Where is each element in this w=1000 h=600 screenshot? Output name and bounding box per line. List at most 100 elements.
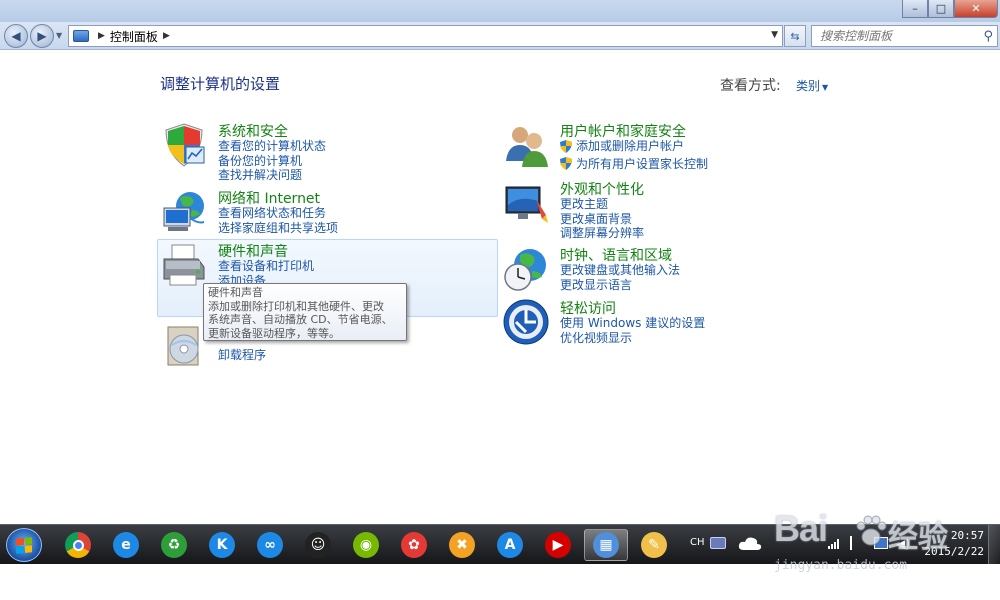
tools-icon: ✖ (449, 532, 475, 558)
taskbar-app-button[interactable] (56, 529, 100, 561)
category-appearance[interactable]: 外观和个性化 更改主题 更改桌面背景 调整屏幕分辨率 (502, 179, 802, 241)
link-uninstall-program[interactable]: 卸载程序 (218, 348, 266, 363)
category-title[interactable]: 系统和安全 (218, 121, 288, 141)
watermark-url: jingyan.baidu.com (774, 558, 908, 573)
chevron-right-icon[interactable]: ▶ (163, 31, 170, 41)
taskbar-app-button[interactable]: ✿ (392, 529, 436, 561)
clock-globe-icon (504, 249, 546, 291)
category-title[interactable]: 网络和 Internet (218, 188, 320, 208)
taskbar-app-button[interactable]: ✎ (632, 529, 676, 561)
baidu-watermark: Bai 经验 jingyan.baidu.com (774, 508, 994, 578)
nvidia-icon: ◉ (353, 532, 379, 558)
category-title[interactable]: 硬件和声音 (218, 241, 288, 261)
category-links: 查看您的计算机状态 备份您的计算机 查找并解决问题 (218, 139, 326, 183)
taskbar-app-button[interactable]: K (200, 529, 244, 561)
category-clock-language[interactable]: 时钟、语言和区域 更改键盘或其他输入法 更改显示语言 (502, 245, 802, 295)
ease-of-access-icon (503, 299, 549, 345)
link-parental-controls[interactable]: 为所有用户设置家长控制 (560, 157, 708, 172)
window-controls: – □ ✕ (902, 0, 998, 18)
taskbar-app-button[interactable]: ☺ (296, 529, 340, 561)
taskbar-app-button[interactable]: ▦ (584, 529, 628, 561)
link-add-remove-users[interactable]: 添加或删除用户帐户 (560, 139, 708, 154)
link-text[interactable]: 添加或删除用户帐户 (576, 139, 684, 153)
recent-pages-dropdown[interactable]: ▼ (56, 31, 62, 40)
category-title[interactable]: 用户帐户和家庭安全 (560, 121, 686, 141)
link-text[interactable]: 为所有用户设置家长控制 (576, 157, 708, 171)
link-troubleshoot[interactable]: 查找并解决问题 (218, 168, 326, 183)
search-box[interactable]: ⚲ (811, 25, 998, 47)
paw-icon (856, 515, 887, 546)
recycle-icon: ♻ (161, 532, 187, 558)
link-change-display-language[interactable]: 更改显示语言 (560, 278, 680, 293)
link-recommended-settings[interactable]: 使用 Windows 建议的设置 (560, 316, 705, 331)
tooltip-line: 系统声音、自动播放 CD、节省电源、 (208, 313, 393, 326)
link-devices-printers[interactable]: 查看设备和打印机 (218, 259, 314, 274)
category-network-internet[interactable]: 网络和 Internet 查看网络状态和任务 选择家庭组和共享选项 (160, 188, 460, 238)
category-links: 更改键盘或其他输入法 更改显示语言 (560, 263, 680, 292)
forward-button[interactable]: ▶ (30, 24, 54, 48)
category-title[interactable]: 轻松访问 (560, 298, 616, 318)
player-icon: ▶ (545, 532, 571, 558)
taskbar-app-button[interactable]: A (488, 529, 532, 561)
chrome-icon (65, 532, 91, 558)
category-ease-of-access[interactable]: 轻松访问 使用 Windows 建议的设置 优化视频显示 (502, 298, 802, 348)
link-backup-computer[interactable]: 备份您的计算机 (218, 154, 326, 169)
link-change-background[interactable]: 更改桌面背景 (560, 212, 644, 227)
view-by-dropdown[interactable]: 类别 ▼ (796, 77, 828, 94)
back-button[interactable]: ◀ (4, 24, 28, 48)
link-change-theme[interactable]: 更改主题 (560, 197, 644, 212)
category-title[interactable]: 时钟、语言和区域 (560, 245, 672, 265)
colorful-app-icon: ✿ (401, 532, 427, 558)
tooltip-title: 硬件和声音 (208, 286, 263, 299)
address-bar[interactable]: ▶ 控制面板 ▶ ▼ (68, 25, 783, 47)
refresh-icon: ⇆ (790, 29, 800, 43)
taskbar-app-button[interactable]: ∞ (248, 529, 292, 561)
cloud-icon[interactable] (738, 535, 762, 551)
tooltip-line: 添加或删除打印机和其他硬件、更改 (208, 299, 384, 313)
category-links: 添加或删除用户帐户 为所有用户设置家长控制 (560, 139, 708, 171)
start-button[interactable] (6, 528, 42, 562)
input-language-indicator[interactable]: CH (690, 537, 705, 548)
uac-shield-icon (560, 139, 572, 153)
category-system-security[interactable]: 系统和安全 查看您的计算机状态 备份您的计算机 查找并解决问题 (160, 121, 460, 183)
link-change-keyboard[interactable]: 更改键盘或其他输入法 (560, 263, 680, 278)
view-by-label: 查看方式: (720, 78, 781, 94)
link-network-status[interactable]: 查看网络状态和任务 (218, 206, 338, 221)
network-globe-icon (163, 192, 205, 231)
taskbar-app-button[interactable]: ✖ (440, 529, 484, 561)
breadcrumb-control-panel[interactable]: 控制面板 (110, 28, 158, 45)
link-optimize-video[interactable]: 优化视频显示 (560, 331, 705, 346)
chevron-right-icon[interactable]: ▶ (98, 31, 105, 41)
address-dropdown-icon[interactable]: ▼ (771, 30, 778, 40)
link-screen-resolution[interactable]: 调整屏幕分辨率 (560, 226, 644, 241)
tooltip-line: 更新设备驱动程序，等等。 (208, 326, 340, 340)
taskbar-app-button[interactable]: ♻ (152, 529, 196, 561)
search-input[interactable] (820, 29, 980, 43)
title-bar: – □ ✕ (0, 0, 1000, 22)
control-panel-icon (73, 30, 89, 42)
keyboard-icon[interactable] (710, 537, 726, 549)
control-panel-content: 调整计算机的设置 查看方式: 类别 ▼ 系统和安全 查看您的计算机状态 备份您的计… (0, 51, 1000, 524)
category-links: 查看网络状态和任务 选择家庭组和共享选项 (218, 206, 338, 235)
maximize-button[interactable]: □ (928, 0, 954, 18)
close-button[interactable]: ✕ (954, 0, 998, 18)
taskbar-app-button[interactable]: ▶ (536, 529, 580, 561)
qq-icon: ☺ (305, 532, 331, 558)
users-icon (506, 127, 548, 167)
page-title: 调整计算机的设置 (160, 75, 281, 93)
navigation-bar: ◀ ▶ ▼ ▶ 控制面板 ▶ ▼ ⇆ ⚲ (0, 22, 1000, 50)
link-homegroup-sharing[interactable]: 选择家庭组和共享选项 (218, 221, 338, 236)
link-app-icon: ∞ (257, 532, 283, 558)
category-title[interactable]: 外观和个性化 (560, 179, 644, 199)
taskbar-app-button[interactable]: e (104, 529, 148, 561)
search-icon[interactable]: ⚲ (983, 29, 993, 44)
taskbar-app-button[interactable]: ◉ (344, 529, 388, 561)
printer-icon (163, 244, 205, 286)
link-view-computer-status[interactable]: 查看您的计算机状态 (218, 139, 326, 154)
view-by-value[interactable]: 类别 (796, 79, 820, 93)
minimize-button[interactable]: – (902, 0, 928, 18)
refresh-button[interactable]: ⇆ (784, 25, 806, 47)
category-user-accounts[interactable]: 用户帐户和家庭安全 添加或删除用户帐户 为所有用户设置家长控制 (502, 121, 802, 171)
category-links: 更改主题 更改桌面背景 调整屏幕分辨率 (560, 197, 644, 241)
uac-shield-icon (560, 157, 572, 171)
